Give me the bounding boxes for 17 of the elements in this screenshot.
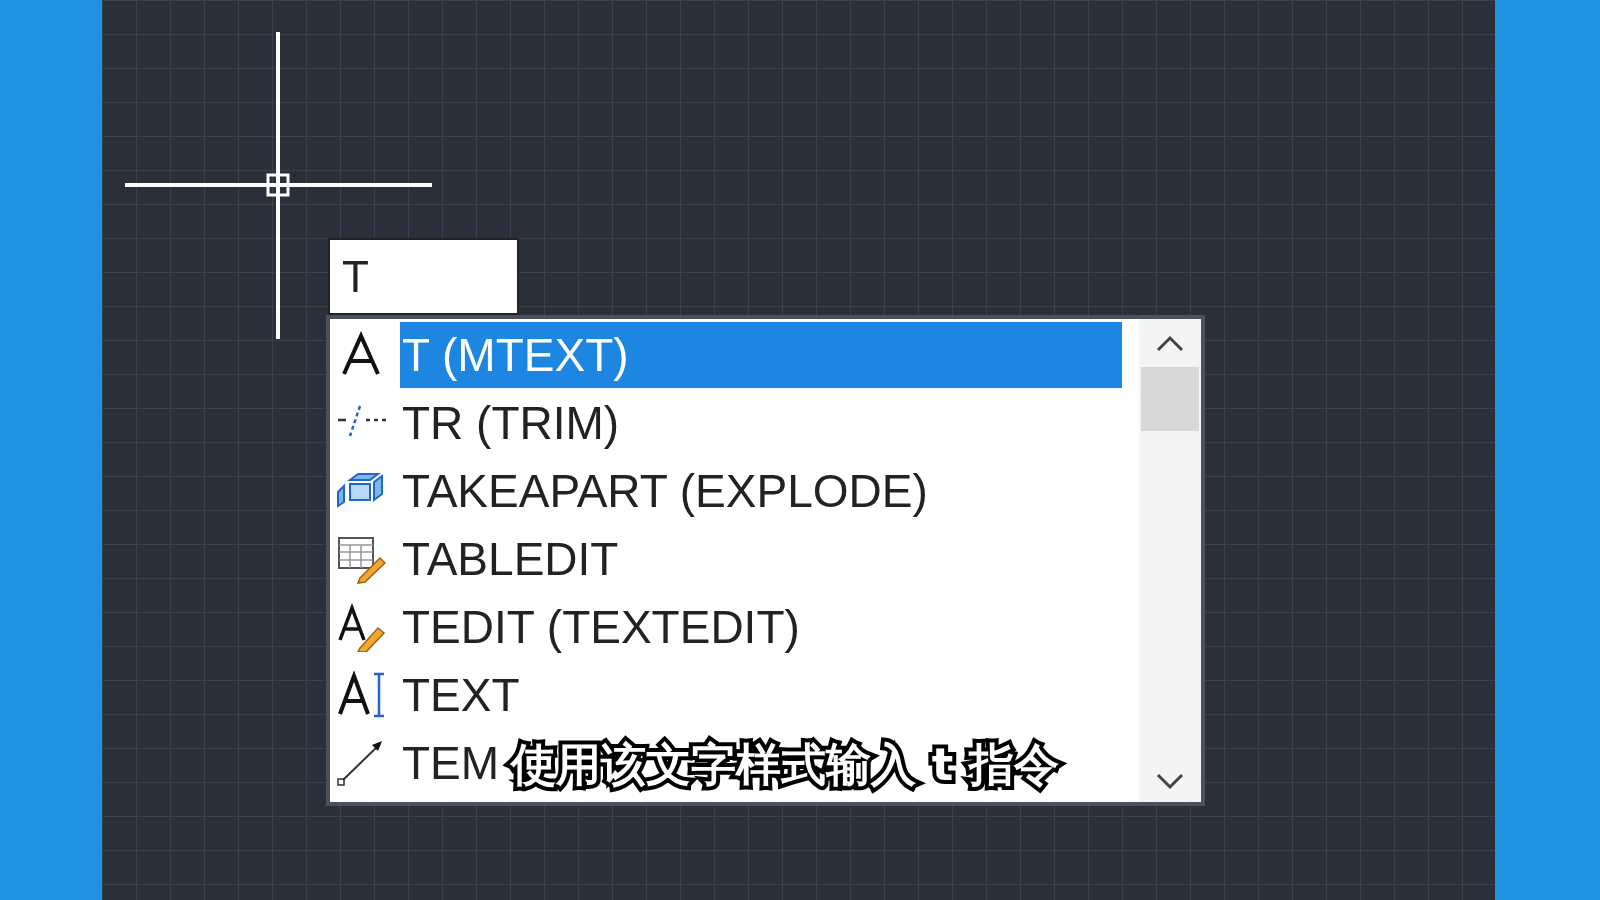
suggestion-item[interactable]: TEXT [400, 662, 520, 728]
suggestion-item[interactable]: TEM [400, 730, 500, 796]
command-input[interactable]: T [328, 238, 519, 315]
suggestion-item[interactable]: TABLEDIT [400, 526, 619, 592]
suggestion-item[interactable]: TEDIT (TEXTEDIT) [400, 594, 800, 660]
scrollbar-thumb[interactable] [1141, 367, 1199, 431]
crosshair-cursor-icon [125, 32, 432, 339]
table-pencil-icon [336, 534, 386, 584]
suggestion-item[interactable]: T (MTEXT) [400, 322, 1122, 388]
suggestion-item[interactable]: TAKEAPART (EXPLODE) [400, 458, 928, 524]
letter-pencil-icon [336, 602, 386, 652]
suggestion-item[interactable]: TR (TRIM) [400, 390, 620, 456]
scroll-up-icon[interactable] [1155, 333, 1185, 353]
scrollbar[interactable] [1139, 319, 1201, 802]
letter-cursor-icon [336, 670, 386, 720]
scroll-down-icon[interactable] [1155, 772, 1185, 792]
subtitle: 使用该文字样式输入 t 指令 [506, 736, 1064, 795]
